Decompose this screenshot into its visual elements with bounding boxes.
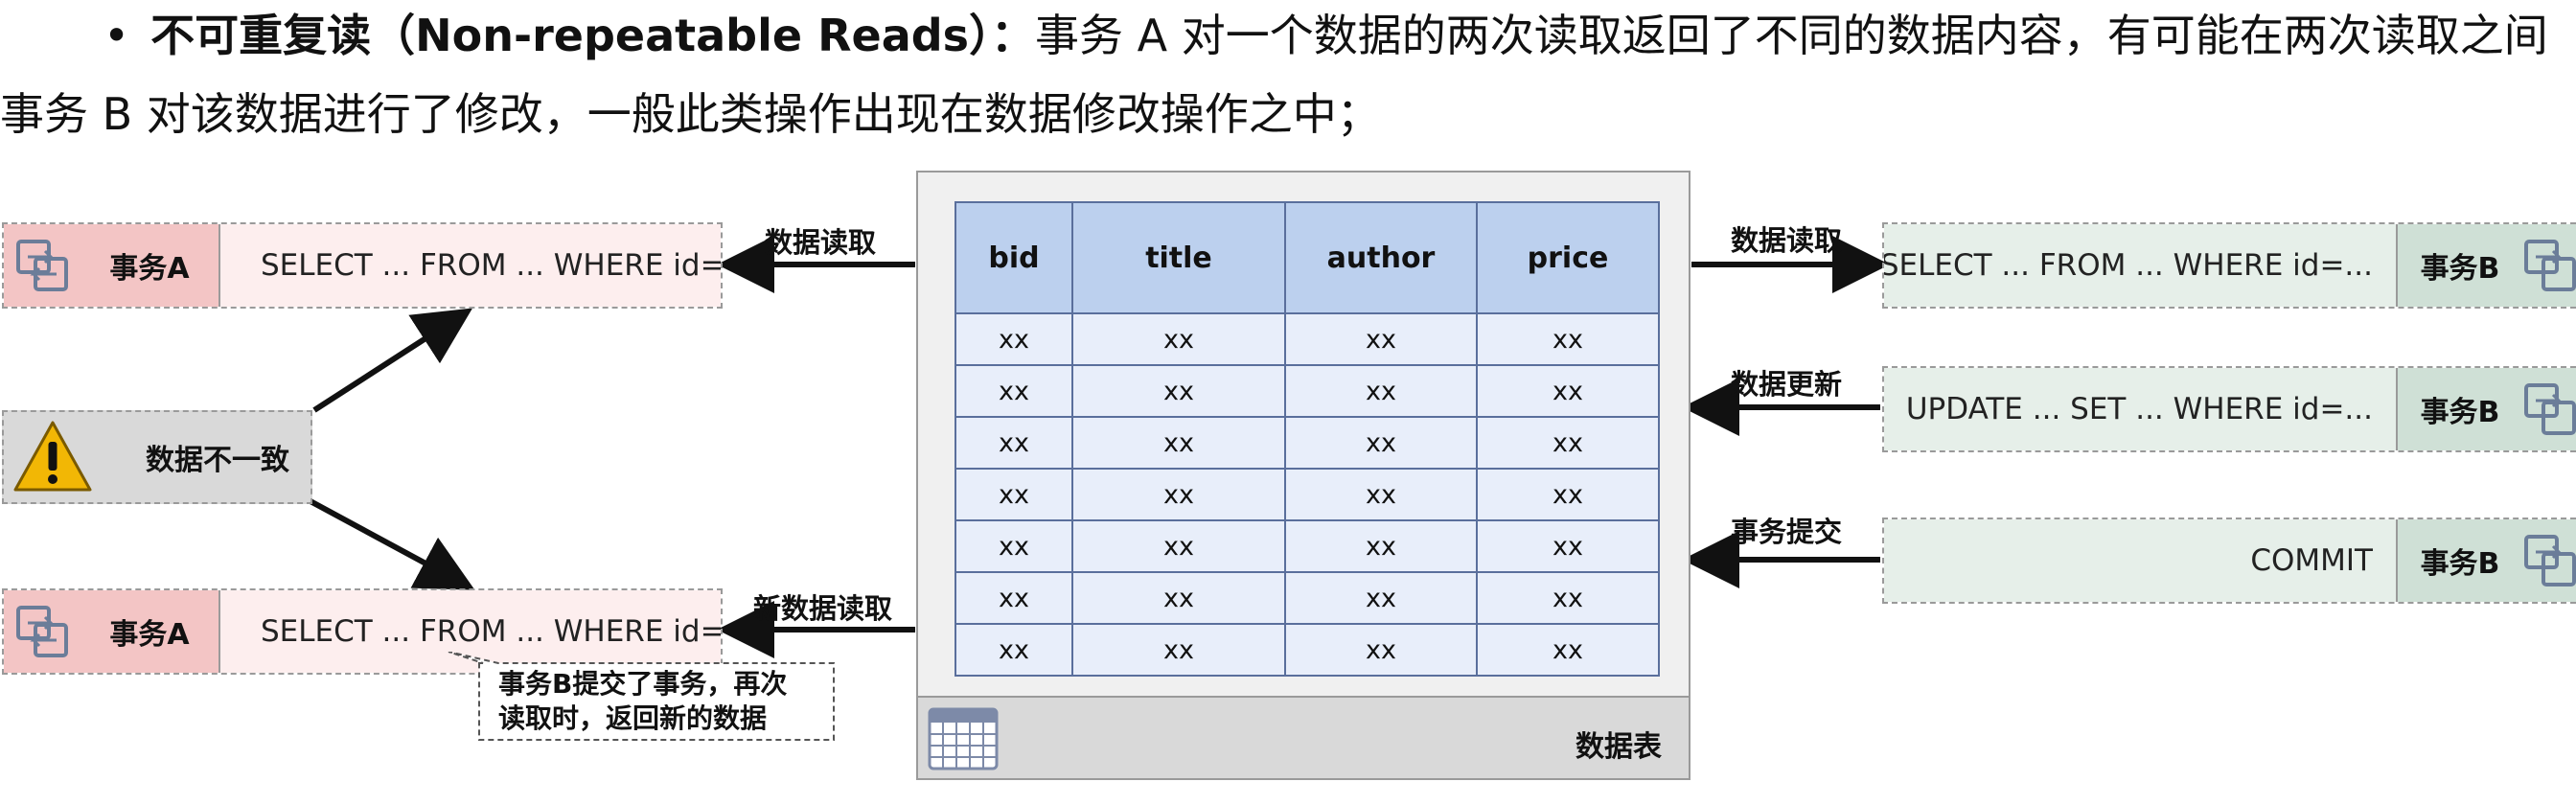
col-header-author: author	[1284, 201, 1478, 314]
table-grid-icon	[928, 707, 999, 770]
table-header-row: bid title author price	[954, 201, 1660, 314]
table-cell: xx	[1476, 416, 1660, 470]
table-cell: xx	[954, 623, 1073, 677]
table-cell: xx	[1476, 468, 1660, 521]
tx-sql: SELECT ... FROM ... WHERE id=...	[220, 224, 721, 307]
table-cell: xx	[1071, 416, 1286, 470]
callout-line-2: 读取时，返回新的数据	[498, 702, 768, 735]
callout-line-1: 事务B提交了事务，再次	[498, 668, 788, 700]
warning-icon	[13, 421, 92, 492]
table-cell: xx	[1284, 364, 1478, 418]
tx-label: 事务A	[80, 590, 218, 673]
tx-sql: UPDATE ... SET ... WHERE id=...	[1884, 368, 2396, 450]
col-header-title: title	[1071, 201, 1286, 314]
table-cell: xx	[1476, 312, 1660, 366]
tx-label: 事务B	[2398, 519, 2522, 602]
table-cell: xx	[954, 571, 1073, 625]
table-row: xx xx xx xx	[954, 416, 1660, 470]
table-cell: xx	[1071, 468, 1286, 521]
tx-icon-cell	[2522, 368, 2576, 450]
table-cell: xx	[1476, 364, 1660, 418]
tx-b-update: UPDATE ... SET ... WHERE id=... 事务B	[1882, 366, 2576, 452]
table-cell: xx	[1476, 519, 1660, 573]
table-cell: xx	[1071, 623, 1286, 677]
table-row: xx xx xx xx	[954, 571, 1660, 625]
table-cell: xx	[1476, 571, 1660, 625]
col-header-price: price	[1476, 201, 1660, 314]
col-header-bid: bid	[954, 201, 1073, 314]
tx-b-select: SELECT ... FROM ... WHERE id=... 事务B	[1882, 222, 2576, 309]
tx-icon-cell	[2522, 519, 2576, 602]
table-cell: xx	[954, 312, 1073, 366]
label-update-right: 数据更新	[1731, 368, 1843, 401]
tx-sql: COMMIT	[1884, 519, 2396, 602]
label-new-read-left: 新数据读取	[753, 592, 893, 625]
tx-a-select-top: 事务A SELECT ... FROM ... WHERE id=...	[2, 222, 723, 309]
table-cell: xx	[1071, 571, 1286, 625]
data-table-footer: 数据表	[918, 696, 1689, 778]
arrow-warning-to-bottom	[307, 497, 475, 590]
database-link-icon	[2524, 240, 2576, 291]
tx-b-commit: COMMIT 事务B	[1882, 518, 2576, 604]
table-cell: xx	[1284, 312, 1478, 366]
tx-label: 事务A	[80, 224, 218, 307]
table-row: xx xx xx xx	[954, 519, 1660, 573]
arrow-warning-to-top	[312, 308, 473, 413]
database-link-icon	[16, 240, 68, 291]
inconsistent-data-box: 数据不一致	[2, 410, 312, 504]
tx-label: 事务B	[2398, 224, 2522, 307]
table-row: xx xx xx xx	[954, 364, 1660, 418]
table-cell: xx	[1284, 519, 1478, 573]
label-commit-right: 事务提交	[1731, 516, 1843, 548]
database-link-icon	[16, 606, 68, 657]
table-cell: xx	[1284, 571, 1478, 625]
table-cell: xx	[954, 416, 1073, 470]
table-cell: xx	[1071, 364, 1286, 418]
callout-text: 事务B提交了事务，再次 读取时，返回新的数据	[498, 667, 787, 737]
tx-icon-cell	[4, 590, 80, 673]
table-row: xx xx xx xx	[954, 312, 1660, 366]
warning-label: 数据不一致	[146, 444, 289, 477]
label-read-right: 数据读取	[1731, 224, 1843, 257]
table-cell: xx	[1071, 312, 1286, 366]
tx-icon-cell	[4, 224, 80, 307]
table-cell: xx	[954, 364, 1073, 418]
tx-sql: SELECT ... FROM ... WHERE id=...	[1884, 224, 2396, 307]
table-cell: xx	[1071, 519, 1286, 573]
table-cell: xx	[954, 519, 1073, 573]
table-cell: xx	[1284, 468, 1478, 521]
database-link-icon	[2524, 535, 2576, 586]
table-cell: xx	[1284, 416, 1478, 470]
data-table: bid title author price xx xx xx xx xx xx…	[954, 201, 1660, 677]
table-row: xx xx xx xx	[954, 623, 1660, 677]
table-footer-label: 数据表	[1576, 730, 1662, 764]
database-link-icon	[2524, 383, 2576, 435]
table-cell: xx	[1476, 623, 1660, 677]
table-cell: xx	[1284, 623, 1478, 677]
table-row: xx xx xx xx	[954, 468, 1660, 521]
label-read-left: 数据读取	[765, 226, 877, 259]
table-cell: xx	[954, 468, 1073, 521]
tx-label: 事务B	[2398, 368, 2522, 450]
tx-icon-cell	[2522, 224, 2576, 307]
